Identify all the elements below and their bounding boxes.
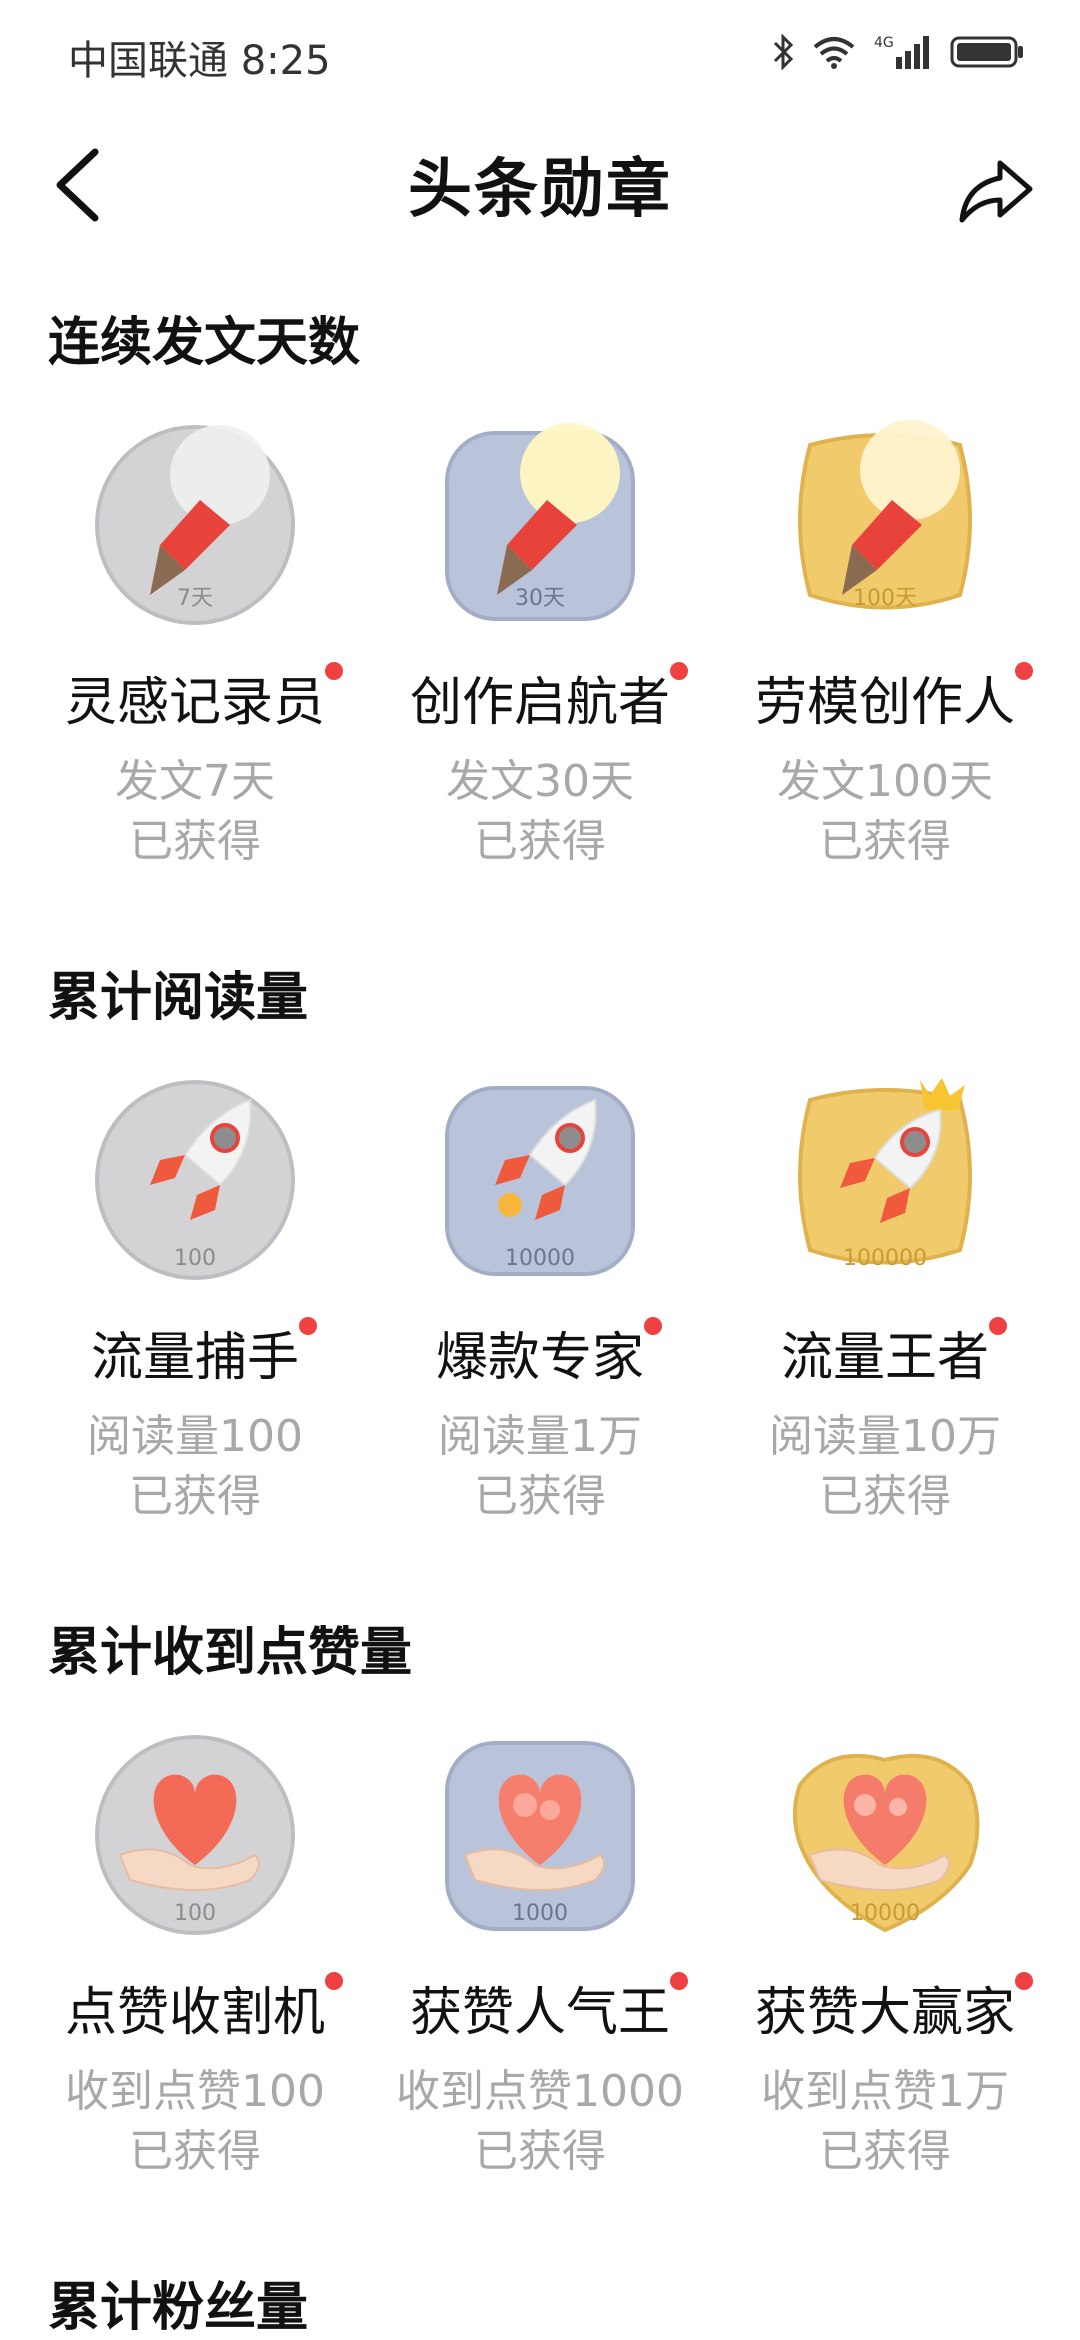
bluetooth-icon	[773, 34, 794, 70]
new-indicator-dot	[1015, 1972, 1033, 1990]
badge-description: 收到点赞1000	[396, 2066, 684, 2117]
status-carrier: 中国联通 8:25	[68, 28, 331, 86]
badge-description: 发文7天	[115, 756, 275, 807]
badge-item[interactable]: 100 点赞收割机 收到点赞100 已获得	[15, 1715, 375, 2275]
section-title: 连续发文天数	[48, 313, 361, 373]
heart-hand-icon: 100	[80, 1715, 310, 1945]
badge-row: 100 流量捕手 阅读量100 已获得 10000 爆款专家 阅读量1万 已获得…	[0, 1060, 1080, 1620]
badge-name: 获赞大赢家	[754, 1983, 1015, 2043]
badge-name: 灵感记录员	[64, 673, 325, 733]
rocket-crown-icon: 100000	[770, 1060, 1000, 1290]
badge-description: 收到点赞100	[65, 2066, 325, 2117]
new-indicator-dot	[670, 662, 688, 680]
badge-status: 已获得	[474, 816, 606, 867]
badge-status: 已获得	[819, 2126, 951, 2177]
badge-item[interactable]: 1000 获赞人气王 收到点赞1000 已获得	[360, 1715, 720, 2275]
badge-description: 阅读量100	[87, 1411, 303, 1462]
badge-item[interactable]: 30天 创作启航者 发文30天 已获得	[360, 405, 720, 965]
badge-status: 已获得	[819, 816, 951, 867]
badge-icon-label: 7天	[177, 586, 213, 611]
badge-description: 阅读量10万	[769, 1411, 1001, 1462]
lightbulb-pen-icon: 100天	[770, 405, 1000, 635]
badge-status: 已获得	[474, 2126, 606, 2177]
badge-icon-label: 30天	[515, 586, 565, 611]
new-indicator-dot	[989, 1317, 1007, 1335]
carrier-name: 中国联通	[68, 38, 228, 84]
badge-icon-label: 10000	[505, 1246, 575, 1271]
badge-item[interactable]: 100 流量捕手 阅读量100 已获得	[15, 1060, 375, 1620]
badge-status: 已获得	[129, 816, 261, 867]
lightbulb-pen-icon: 7天	[80, 405, 310, 635]
badge-name: 爆款专家	[435, 1328, 644, 1388]
badge-icon-label: 100	[174, 1246, 216, 1271]
badge-icon-label: 100天	[853, 586, 917, 611]
rocket-icon: 100	[80, 1060, 310, 1290]
lightbulb-pen-icon: 30天	[425, 405, 655, 635]
share-icon	[959, 160, 1033, 223]
section-title: 累计阅读量	[48, 968, 309, 1028]
badge-name: 劳模创作人	[754, 673, 1015, 733]
badge-name: 流量王者	[780, 1328, 989, 1388]
new-indicator-dot	[325, 1972, 343, 1990]
badge-status: 已获得	[474, 1471, 606, 1522]
new-indicator-dot	[644, 1317, 662, 1335]
share-button[interactable]	[950, 145, 1040, 235]
badge-description: 发文30天	[446, 756, 634, 807]
new-indicator-dot	[325, 662, 343, 680]
page-title: 头条勋章	[408, 153, 672, 227]
badge-description: 发文100天	[777, 756, 993, 807]
status-time: 8:25	[240, 38, 331, 84]
badge-status: 已获得	[129, 2126, 261, 2177]
new-indicator-dot	[1015, 662, 1033, 680]
network-type-label: 4G	[874, 35, 894, 51]
badge-icon-label: 100000	[843, 1246, 927, 1271]
badge-icon-label: 1000	[512, 1901, 568, 1926]
nav-bar: 头条勋章	[0, 120, 1080, 250]
wifi-icon	[813, 37, 855, 69]
section-title: 累计粉丝量	[48, 2278, 309, 2338]
badge-name: 获赞人气王	[409, 1983, 670, 2043]
badge-icon-label: 10000	[850, 1901, 920, 1926]
new-indicator-dot	[299, 1317, 317, 1335]
signal-icon: 4G	[874, 35, 929, 69]
badge-item[interactable]: 100天 劳模创作人 发文100天 已获得	[705, 405, 1065, 965]
badge-item[interactable]: 10000 爆款专家 阅读量1万 已获得	[360, 1060, 720, 1620]
status-icons: 4G	[772, 28, 1024, 76]
badge-name: 流量捕手	[90, 1328, 299, 1388]
badge-status: 已获得	[819, 1471, 951, 1522]
badge-item[interactable]: 100000 流量王者 阅读量10万 已获得	[705, 1060, 1065, 1620]
battery-icon	[950, 36, 1023, 68]
badge-description: 收到点赞1万	[761, 2066, 1009, 2117]
badge-status: 已获得	[129, 1471, 261, 1522]
badge-icon-label: 100	[174, 1901, 216, 1926]
badge-item[interactable]: 10000 获赞大赢家 收到点赞1万 已获得	[705, 1715, 1065, 2275]
badge-name: 点赞收割机	[64, 1983, 325, 2043]
badge-name: 创作启航者	[409, 673, 670, 733]
heart-hand-icon: 1000	[425, 1715, 655, 1945]
new-indicator-dot	[670, 1972, 688, 1990]
heart-hand-icon: 10000	[770, 1715, 1000, 1945]
badge-description: 阅读量1万	[438, 1411, 642, 1462]
section-title: 累计收到点赞量	[48, 1623, 413, 1683]
badge-item[interactable]: 7天 灵感记录员 发文7天 已获得	[15, 405, 375, 965]
status-bar: 中国联通 8:25 4G	[0, 0, 1080, 110]
rocket-icon: 10000	[425, 1060, 655, 1290]
badge-row: 7天 灵感记录员 发文7天 已获得 30天 创作启航者 发文30天 已获得 10…	[0, 405, 1080, 965]
badge-row: 100 点赞收割机 收到点赞100 已获得 1000 获赞人气王 收到点赞100…	[0, 1715, 1080, 2275]
